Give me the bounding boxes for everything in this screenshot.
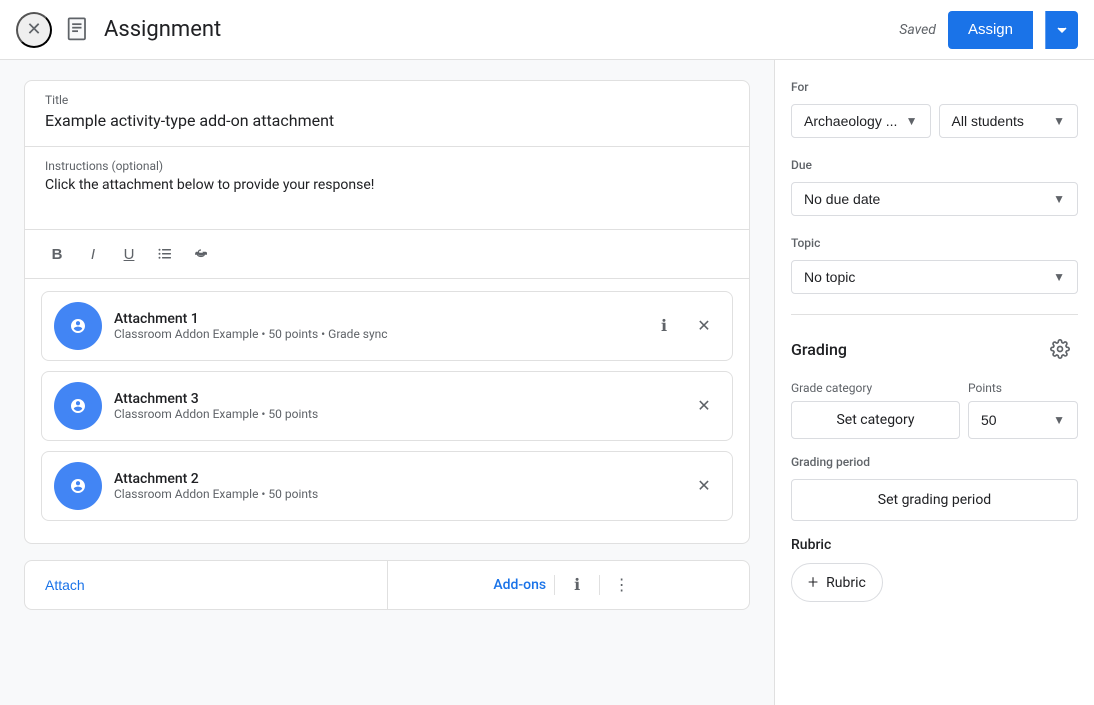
class-value: Archaeology ...: [804, 113, 897, 129]
instructions-section: Instructions (optional) Click the attach…: [25, 147, 749, 230]
saved-status: Saved: [899, 22, 936, 38]
attachment-icon-1: [54, 302, 102, 350]
strikethrough-button[interactable]: [185, 238, 217, 270]
topic-section: Topic No topic ▼: [791, 236, 1078, 294]
chevron-down-icon: [1056, 24, 1068, 36]
addons-section: Add-ons ℹ ⋮: [387, 561, 750, 609]
grading-header: Grading: [791, 331, 1078, 367]
attachment-remove-button-1[interactable]: ✕: [688, 310, 720, 342]
plus-icon: +: [808, 572, 818, 593]
attachment-name: Attachment 1: [114, 311, 636, 327]
attachment-meta: Classroom Addon Example • 50 points: [114, 487, 676, 501]
grade-category-label: Grade category: [791, 381, 960, 395]
points-col: Points 50 ▼: [968, 381, 1078, 439]
points-label: Points: [968, 381, 1078, 395]
divider: [791, 314, 1078, 315]
attachment-actions-2: ✕: [688, 390, 720, 422]
title-section: Title: [25, 81, 749, 147]
class-dropdown[interactable]: Archaeology ... ▼: [791, 104, 931, 138]
grade-category-col: Grade category Set category: [791, 381, 960, 439]
add-rubric-button[interactable]: + Rubric: [791, 563, 883, 602]
due-value: No due date: [804, 191, 880, 207]
attach-button[interactable]: Attach: [25, 561, 387, 609]
grading-settings-button[interactable]: [1042, 331, 1078, 367]
chevron-down-icon: ▼: [1053, 114, 1065, 128]
attachment-meta: Classroom Addon Example • 50 points • Gr…: [114, 327, 636, 341]
set-category-button[interactable]: Set category: [791, 401, 960, 439]
addons-info-button[interactable]: ℹ: [555, 575, 599, 595]
attachment-name: Attachment 3: [114, 391, 676, 407]
underline-button[interactable]: U: [113, 238, 145, 270]
due-section: Due No due date ▼: [791, 158, 1078, 216]
bold-button[interactable]: B: [41, 238, 73, 270]
points-dropdown[interactable]: 50 ▼: [968, 401, 1078, 439]
for-dropdowns: Archaeology ... ▼ All students ▼: [791, 104, 1078, 138]
for-label: For: [791, 80, 1078, 94]
gear-icon: [1050, 339, 1070, 359]
attachment-info-3: Attachment 2 Classroom Addon Example • 5…: [114, 471, 676, 501]
header-right: Saved Assign: [899, 11, 1078, 49]
attachment-name: Attachment 2: [114, 471, 676, 487]
list-icon: [157, 246, 173, 262]
attachment-icon-3: [54, 462, 102, 510]
grading-period-label: Grading period: [791, 455, 1078, 469]
students-value: All students: [952, 113, 1024, 129]
grading-title: Grading: [791, 340, 847, 359]
attachment-icon-2: [54, 382, 102, 430]
attachment-info-2: Attachment 3 Classroom Addon Example • 5…: [114, 391, 676, 421]
addons-label: Add-ons: [493, 577, 546, 593]
table-row: Attachment 2 Classroom Addon Example • 5…: [41, 451, 733, 521]
attachment-actions-3: ✕: [688, 470, 720, 502]
list-button[interactable]: [149, 238, 181, 270]
title-input[interactable]: [45, 111, 729, 130]
formatting-toolbar: B I U: [25, 230, 749, 279]
header-left: ✕ Assignment: [16, 12, 899, 48]
attachments-list: Attachment 1 Classroom Addon Example • 5…: [25, 279, 749, 543]
table-row: Attachment 1 Classroom Addon Example • 5…: [41, 291, 733, 361]
form-card: Title Instructions (optional) Click the …: [24, 80, 750, 544]
grading-section: Grading Grade category Set category Poin…: [791, 331, 1078, 602]
attachment-remove-button-3[interactable]: ✕: [688, 470, 720, 502]
close-button[interactable]: ✕: [16, 12, 52, 48]
table-row: Attachment 3 Classroom Addon Example • 5…: [41, 371, 733, 441]
instructions-label: Instructions (optional): [45, 159, 729, 173]
bottom-bar-actions: ℹ ⋮: [554, 575, 643, 595]
attachment-meta: Classroom Addon Example • 50 points: [114, 407, 676, 421]
strikethrough-icon: [193, 246, 209, 262]
chevron-down-icon: ▼: [1053, 270, 1065, 284]
main-layout: Title Instructions (optional) Click the …: [0, 60, 1094, 705]
topic-label: Topic: [791, 236, 1078, 250]
topic-value: No topic: [804, 269, 855, 285]
instructions-input[interactable]: Click the attachment below to provide yo…: [45, 177, 729, 217]
assign-dropdown-button[interactable]: [1045, 11, 1078, 49]
grade-row: Grade category Set category Points 50 ▼: [791, 381, 1078, 439]
assign-button[interactable]: Assign: [948, 11, 1033, 49]
attachment-remove-button-2[interactable]: ✕: [688, 390, 720, 422]
addons-more-button[interactable]: ⋮: [599, 575, 643, 595]
students-dropdown[interactable]: All students ▼: [939, 104, 1079, 138]
left-panel: Title Instructions (optional) Click the …: [0, 60, 774, 705]
add-rubric-label: Rubric: [826, 575, 866, 591]
due-date-dropdown[interactable]: No due date ▼: [791, 182, 1078, 216]
document-icon: [64, 16, 92, 44]
for-section: For Archaeology ... ▼ All students ▼: [791, 80, 1078, 138]
topic-dropdown[interactable]: No topic ▼: [791, 260, 1078, 294]
italic-button[interactable]: I: [77, 238, 109, 270]
due-label: Due: [791, 158, 1078, 172]
chevron-down-icon: ▼: [906, 114, 918, 128]
bottom-bar: Attach Add-ons ℹ ⋮: [24, 560, 750, 610]
points-value: 50: [981, 412, 997, 428]
rubric-label: Rubric: [791, 537, 1078, 553]
attachment-actions-1: ℹ ✕: [648, 310, 720, 342]
page-title: Assignment: [104, 17, 221, 42]
title-label: Title: [45, 93, 729, 107]
chevron-down-icon: ▼: [1053, 192, 1065, 206]
chevron-down-icon: ▼: [1053, 413, 1065, 427]
right-panel: For Archaeology ... ▼ All students ▼ Due…: [774, 60, 1094, 705]
header: ✕ Assignment Saved Assign: [0, 0, 1094, 60]
attachment-info-1: Attachment 1 Classroom Addon Example • 5…: [114, 311, 636, 341]
attachment-info-button-1[interactable]: ℹ: [648, 310, 680, 342]
set-grading-period-button[interactable]: Set grading period: [791, 479, 1078, 521]
